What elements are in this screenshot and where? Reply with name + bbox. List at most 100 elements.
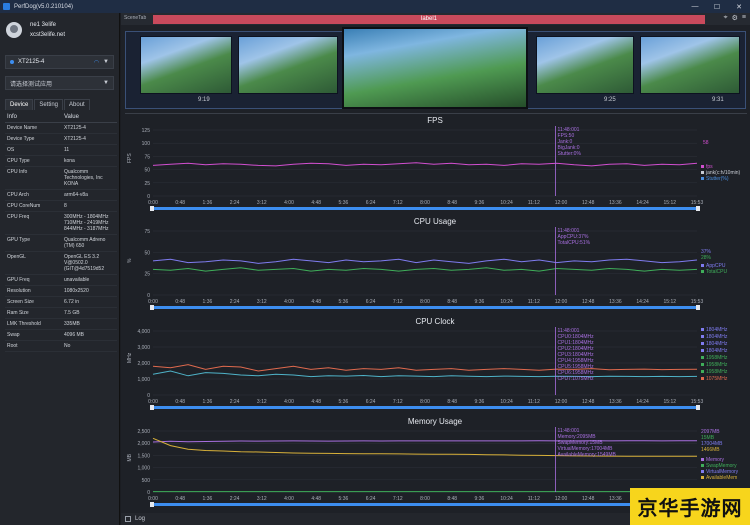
sidebar-tabs: Device Setting About bbox=[5, 99, 91, 110]
x-tick-label: 8:00 bbox=[420, 200, 430, 206]
screenshot-thumbnail[interactable] bbox=[536, 36, 634, 94]
chevron-down-icon[interactable]: ▼ bbox=[103, 59, 109, 65]
x-tick-label: 15:53 bbox=[691, 200, 704, 206]
x-tick-label: 15:12 bbox=[664, 399, 677, 405]
legend-swatch bbox=[701, 370, 704, 373]
app-select[interactable]: 请选择测试应用 ▼ bbox=[5, 76, 114, 90]
current-value: 28% bbox=[701, 255, 712, 261]
info-value: OpenGL ES 3.2 V@0502.0 (GIT@4d7519d52 bbox=[64, 254, 105, 272]
info-value: 1080x2520 bbox=[64, 288, 89, 294]
minimize-icon[interactable]: — bbox=[684, 0, 706, 13]
cpu-clock-chart[interactable]: MHz4,0003,0002,0001,00000:00 0:48 1:36 2:24… bbox=[125, 325, 747, 415]
x-tick-label: 15:12 bbox=[664, 299, 677, 305]
cpu-usage-chart[interactable]: %75502500:00 0:48 1:36 2:24 3:12 4:00 4:48 5:36… bbox=[125, 225, 747, 315]
table-row: Root No bbox=[5, 341, 117, 352]
screenshot-thumbnail-selected[interactable] bbox=[342, 27, 528, 109]
timeline-handle-start[interactable] bbox=[150, 502, 154, 507]
screenshot-thumbnail[interactable] bbox=[140, 36, 232, 94]
table-header: Info Value bbox=[5, 111, 117, 123]
user-profile[interactable]: ne1 3elife xcst3elife.net bbox=[6, 19, 116, 41]
fps-chart[interactable]: FPS12510075502500:00 0:48 1:36 2:24 3:12 4:00… bbox=[125, 124, 747, 216]
y-tick-label: 500 bbox=[142, 478, 151, 484]
info-value: 11 bbox=[64, 147, 70, 153]
y-tick-label: 100 bbox=[142, 141, 151, 147]
x-tick-label: 12:00 bbox=[555, 299, 568, 305]
info-key: OpenGL bbox=[7, 254, 26, 260]
timeline-scrollbar[interactable] bbox=[153, 306, 697, 309]
x-tick-label: 0:00 bbox=[148, 496, 158, 502]
series-line-fps bbox=[152, 162, 698, 167]
tab-about[interactable]: About bbox=[64, 99, 90, 110]
info-key: CPU Type bbox=[7, 158, 30, 164]
x-tick-label: 10:24 bbox=[500, 200, 513, 206]
scene-label-bar[interactable]: label1 bbox=[153, 15, 705, 24]
timeline-scrollbar[interactable] bbox=[153, 207, 697, 210]
x-tick-label: 8:48 bbox=[447, 200, 457, 206]
location-icon[interactable]: ⌖ bbox=[724, 14, 728, 22]
timeline-handle-end[interactable] bbox=[696, 405, 700, 410]
timeline-handle-end[interactable] bbox=[696, 305, 700, 310]
scene-tab-label: SceneTab bbox=[124, 15, 147, 21]
tab-setting[interactable]: Setting bbox=[34, 99, 64, 110]
x-tick-label: 13:36 bbox=[609, 299, 622, 305]
y-tick-label: 75 bbox=[144, 154, 150, 160]
close-icon[interactable]: ✕ bbox=[728, 0, 750, 13]
timeline-handle-start[interactable] bbox=[150, 206, 154, 211]
log-label: Log bbox=[135, 516, 146, 522]
x-tick-label: 12:48 bbox=[582, 299, 595, 305]
device-status-icon bbox=[10, 60, 14, 64]
user-email: xcst3elife.net bbox=[30, 32, 66, 38]
timeline-handle-start[interactable] bbox=[150, 305, 154, 310]
x-tick-label: 4:48 bbox=[311, 299, 321, 305]
wifi-icon[interactable]: ◠ bbox=[94, 59, 99, 66]
series-line-cpu0 bbox=[152, 364, 698, 372]
table-row: CPU Info Qualcomm Technologies, Inc KONA bbox=[5, 167, 117, 190]
x-tick-label: 14:24 bbox=[636, 399, 649, 405]
window-title: PerfDog(v5.0.210104) bbox=[14, 3, 74, 10]
screenshot-thumbnail[interactable] bbox=[238, 36, 338, 94]
legend-entry: 1958MHz bbox=[706, 362, 728, 368]
legend-swatch bbox=[701, 171, 704, 174]
legend-swatch bbox=[701, 377, 704, 380]
settings-icon[interactable]: ⚙ bbox=[732, 14, 738, 22]
x-tick-label: 15:12 bbox=[664, 200, 677, 206]
x-tick-label: 5:36 bbox=[339, 399, 349, 405]
timeline-handle-start[interactable] bbox=[150, 405, 154, 410]
table-row: Screen Size 6.72 in bbox=[5, 297, 117, 308]
info-key: LMK Threshold bbox=[7, 321, 41, 327]
avatar[interactable] bbox=[6, 22, 22, 38]
charts-area: FPS FPS 125 100 75 50 25 0 0:00 0:48 1:36 2:24 3:12… bbox=[125, 113, 747, 511]
timeline-scrollbar[interactable] bbox=[153, 503, 697, 506]
x-tick-label: 14:24 bbox=[636, 200, 649, 206]
table-row: OS 11 bbox=[5, 145, 117, 156]
table-row: OpenGL OpenGL ES 3.2 V@0502.0 (GIT@4d7519… bbox=[5, 252, 117, 275]
y-axis-label: MHz bbox=[127, 352, 133, 363]
y-tick-label: 4,000 bbox=[137, 329, 150, 335]
x-tick-label: 3:12 bbox=[257, 399, 267, 405]
watermark-logo: 京华手游网 bbox=[630, 488, 750, 525]
x-tick-label: 0:48 bbox=[175, 399, 185, 405]
x-tick-label: 9:36 bbox=[475, 399, 485, 405]
log-checkbox[interactable] bbox=[125, 516, 131, 522]
info-key: Ram Size bbox=[7, 310, 29, 316]
thumbnail-time: 9:19 bbox=[198, 97, 210, 103]
chevron-down-icon[interactable]: ▼ bbox=[103, 80, 109, 86]
screenshot-strip[interactable]: 9:19 9:25 9:31 bbox=[125, 27, 746, 109]
screenshot-thumbnail[interactable] bbox=[640, 36, 740, 94]
filter-icon[interactable]: ≡ bbox=[742, 14, 746, 22]
x-tick-label: 0:48 bbox=[175, 496, 185, 502]
y-tick-label: 125 bbox=[142, 128, 151, 134]
device-select[interactable]: XT2125-4 ◠ ▼ bbox=[5, 55, 114, 69]
maximize-icon[interactable]: ☐ bbox=[706, 0, 728, 13]
x-tick-label: 12:48 bbox=[582, 399, 595, 405]
app-select-value: 请选择测试应用 bbox=[10, 81, 53, 88]
y-tick-label: 2,500 bbox=[137, 429, 150, 435]
tab-device[interactable]: Device bbox=[5, 99, 34, 110]
info-value: 7.5 GB bbox=[64, 310, 80, 316]
timeline-scrollbar[interactable] bbox=[153, 406, 697, 409]
x-tick-label: 13:36 bbox=[609, 200, 622, 206]
timeline-handle-end[interactable] bbox=[696, 206, 700, 211]
y-tick-label: 25 bbox=[144, 181, 150, 187]
y-tick-label: 50 bbox=[144, 168, 150, 174]
series-line-cpu7 bbox=[152, 370, 698, 378]
